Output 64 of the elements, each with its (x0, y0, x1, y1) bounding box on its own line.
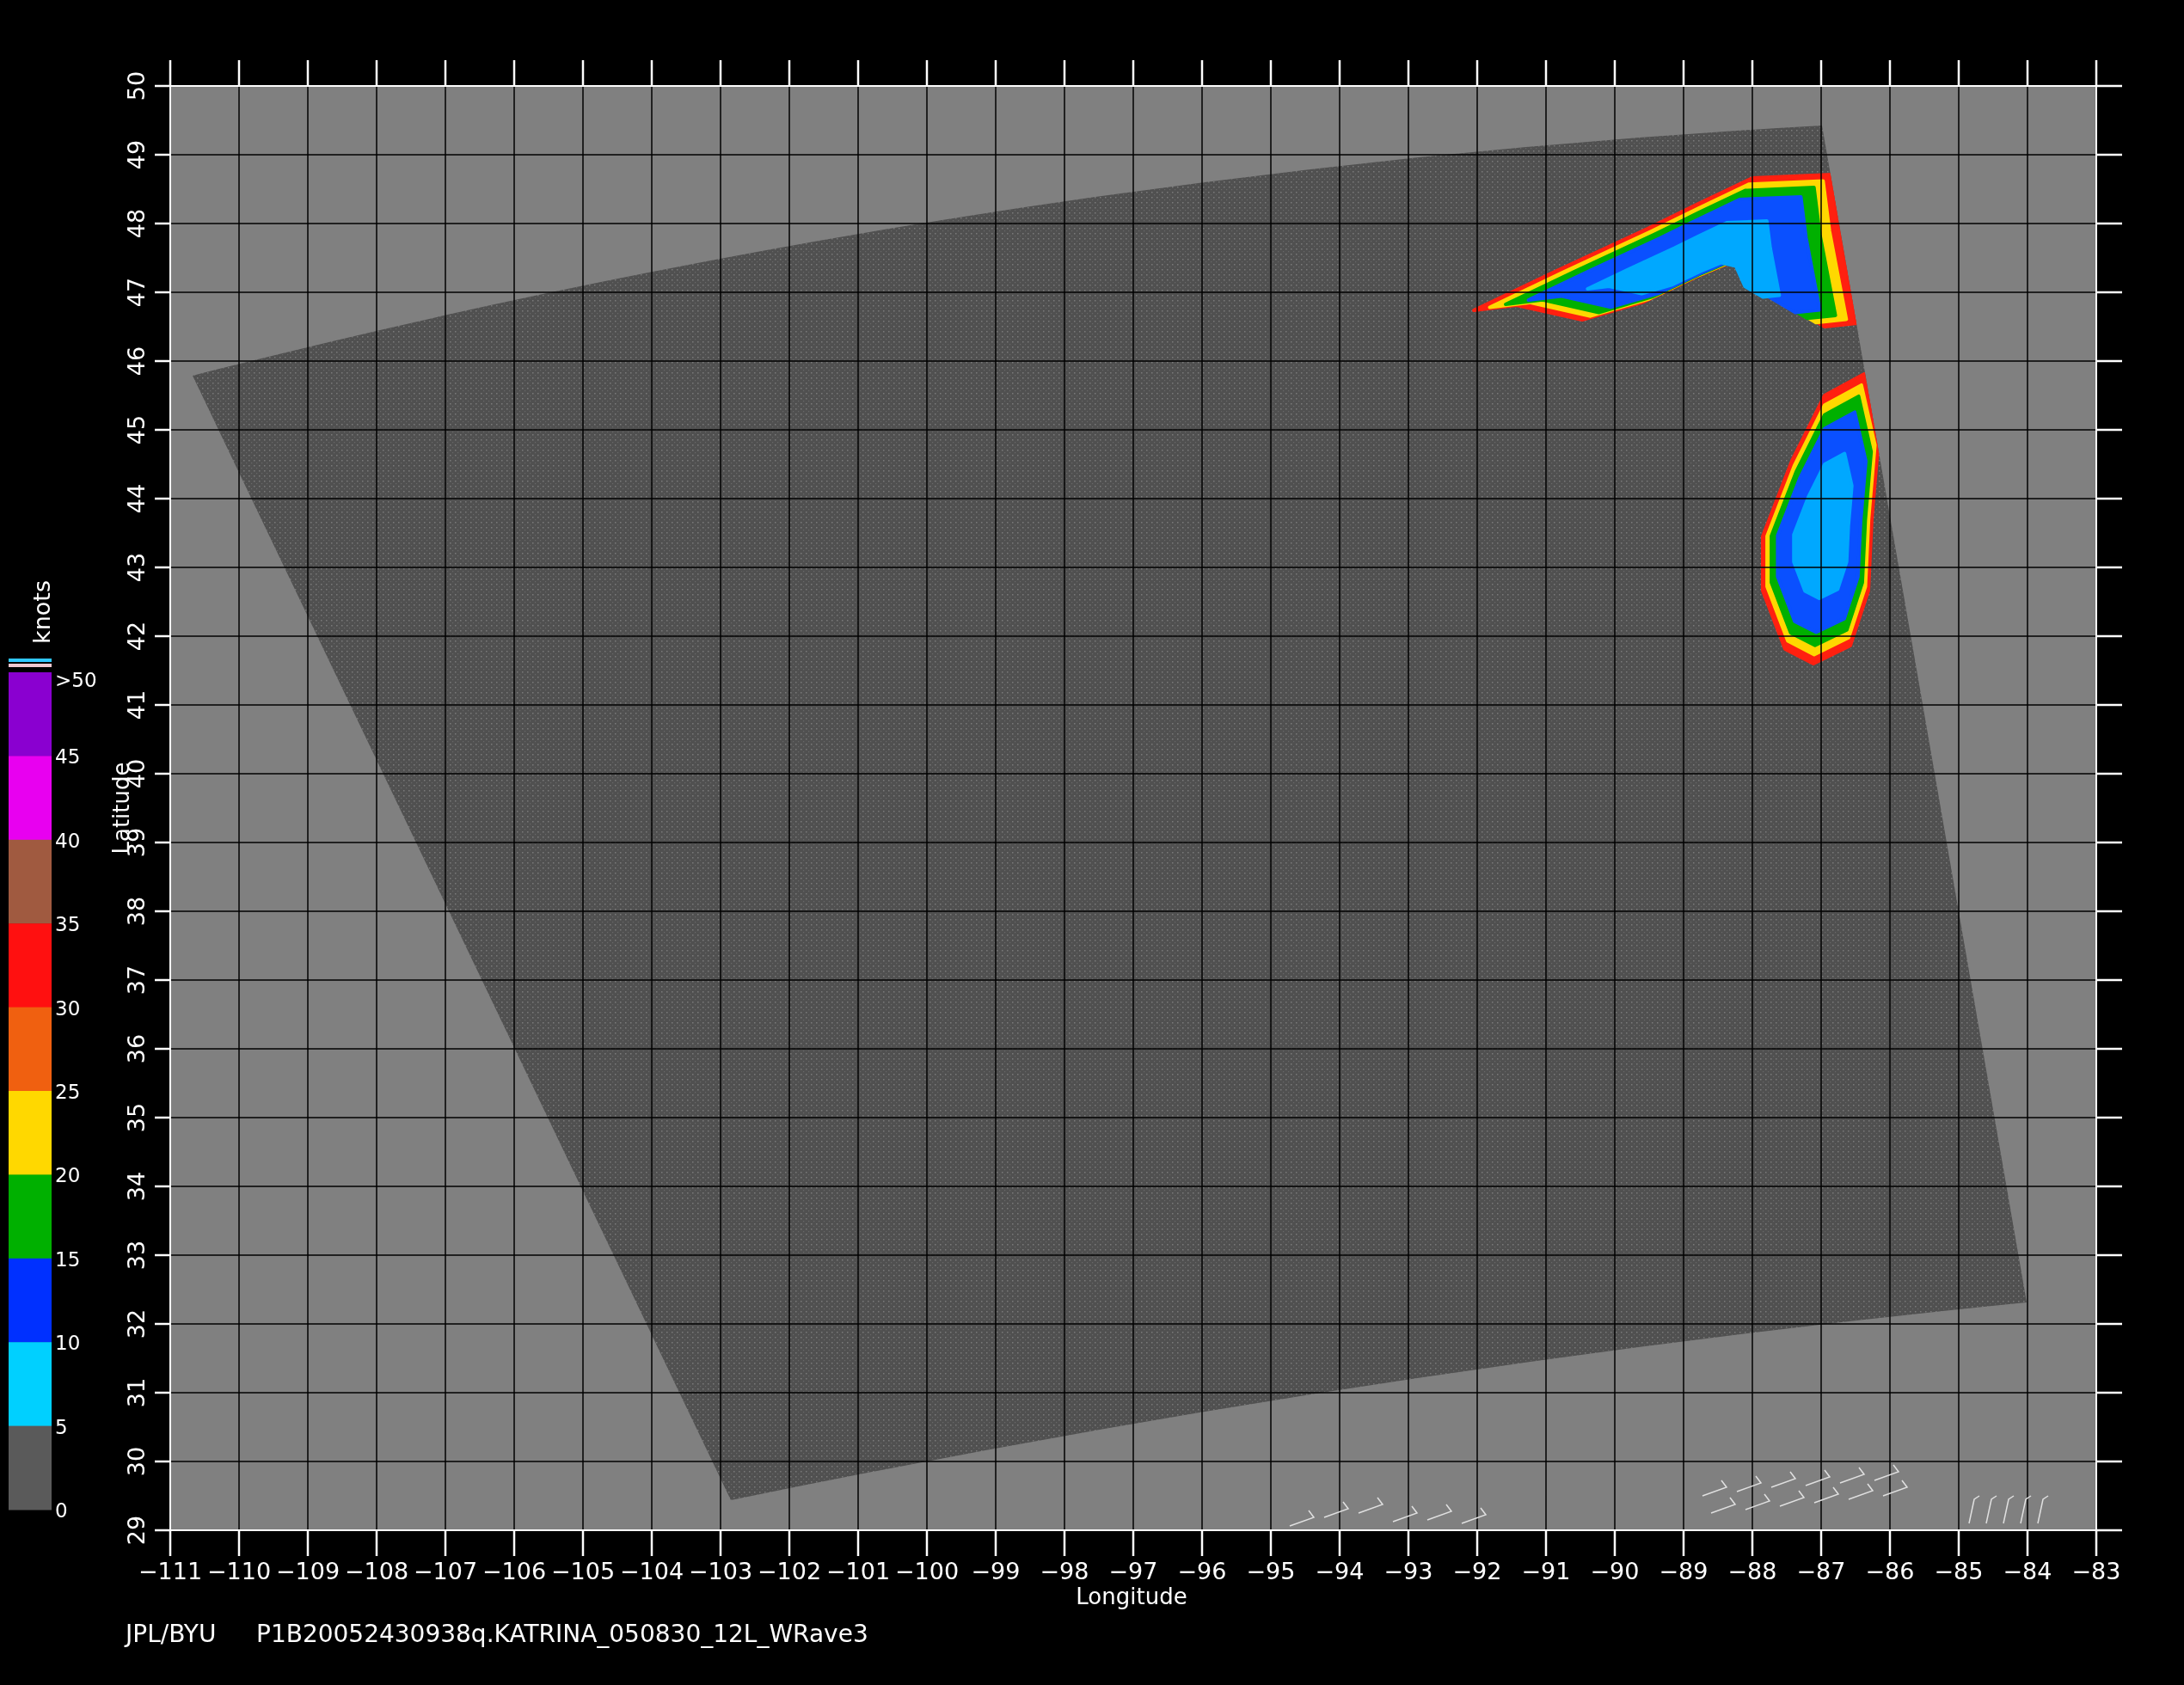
longitude-tick-label: −109 (275, 1558, 340, 1584)
longitude-tick-label: −87 (1796, 1558, 1846, 1584)
latitude-tick-label: 35 (123, 1102, 150, 1133)
longitude-tick-label: −99 (971, 1558, 1021, 1584)
longitude-tick-label: −92 (1452, 1558, 1502, 1584)
longitude-tick-label: −103 (688, 1558, 753, 1584)
colorbar-tick-label: 40 (55, 829, 81, 852)
longitude-tick-label: −107 (413, 1558, 478, 1584)
longitude-tick-label: −85 (1934, 1558, 1984, 1584)
colorbar-tick-label: 15 (55, 1247, 81, 1271)
latitude-tick-label: 50 (123, 70, 150, 101)
colorbar-tick-label: 45 (55, 745, 81, 769)
longitude-axis-label: Longitude (1076, 1584, 1187, 1609)
latitude-tick-label: 31 (123, 1377, 150, 1408)
latitude-tick-label: 48 (123, 208, 150, 239)
colorbar-tick-label: 30 (55, 996, 81, 1020)
latitude-tick-label: 42 (123, 621, 150, 652)
latitude-tick-label: 37 (123, 965, 150, 996)
latitude-tick-label: 47 (123, 277, 150, 308)
latitude-tick-label: 33 (123, 1240, 150, 1271)
colorbar-tick-label: 20 (55, 1164, 81, 1187)
caption-filename: P1B20052430938q.KATRINA_050830_12L_WRave3 (256, 1620, 868, 1648)
colorbar-tick-label: >50 (55, 669, 97, 691)
latitude-tick-label: 32 (123, 1308, 150, 1339)
longitude-tick-label: −97 (1108, 1558, 1158, 1584)
longitude-tick-label: −94 (1315, 1558, 1365, 1584)
longitude-tick-label: −89 (1659, 1558, 1709, 1584)
latitude-tick-label: 38 (123, 896, 150, 927)
colorbar-tick-label: 35 (55, 913, 81, 936)
longitude-tick-label: −105 (550, 1558, 616, 1584)
longitude-tick-label: −101 (825, 1558, 891, 1584)
latitude-tick-label: 45 (123, 414, 150, 445)
longitude-tick-label: −100 (894, 1558, 960, 1584)
caption-source: JPL/BYU (126, 1620, 217, 1648)
longitude-tick-label: −108 (344, 1558, 409, 1584)
colorbar-tick-label: 10 (55, 1332, 81, 1355)
longitude-tick-label: −106 (482, 1558, 547, 1584)
latitude-tick-label: 43 (123, 552, 150, 583)
longitude-tick-label: −110 (206, 1558, 272, 1584)
longitude-tick-label: −95 (1246, 1558, 1296, 1584)
longitude-tick-label: −91 (1521, 1558, 1571, 1584)
latitude-tick-label: 30 (123, 1446, 150, 1477)
colorbar-unit-label: knots (28, 580, 55, 644)
longitude-tick-label: −104 (619, 1558, 684, 1584)
latitude-tick-label: 44 (123, 483, 150, 514)
longitude-tick-label: −84 (2003, 1558, 2052, 1584)
longitude-tick-label: −98 (1040, 1558, 1089, 1584)
longitude-tick-label: −88 (1727, 1558, 1777, 1584)
latitude-tick-label: 41 (123, 689, 150, 720)
latitude-tick-label: 49 (123, 139, 150, 170)
latitude-tick-label: 46 (123, 346, 150, 377)
longitude-tick-label: −111 (138, 1558, 203, 1584)
longitude-tick-label: −102 (757, 1558, 822, 1584)
latitude-tick-label: 34 (123, 1171, 150, 1202)
longitude-tick-label: −90 (1590, 1558, 1640, 1584)
longitude-tick-label: −86 (1865, 1558, 1915, 1584)
latitude-tick-label: 36 (123, 1033, 150, 1064)
longitude-tick-label: −96 (1177, 1558, 1227, 1584)
longitude-tick-label: −93 (1383, 1558, 1433, 1584)
colorbar-tick-label: 5 (55, 1415, 68, 1438)
latitude-tick-label: 29 (123, 1515, 150, 1546)
colorbar-tick-label: 25 (55, 1081, 81, 1103)
longitude-tick-label: −83 (2071, 1558, 2121, 1584)
colorbar-tick-label: 0 (55, 1499, 68, 1522)
